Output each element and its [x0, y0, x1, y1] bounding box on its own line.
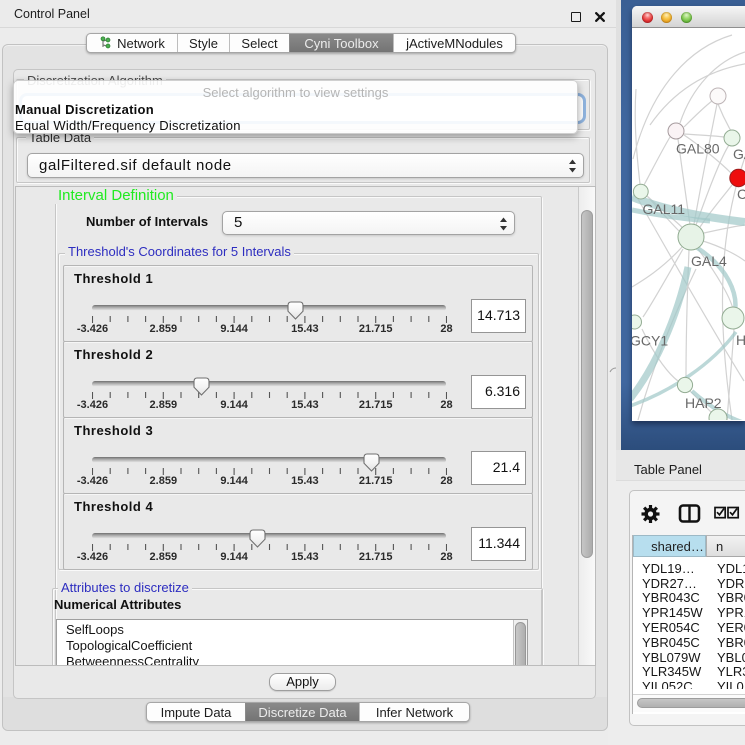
svg-text:GA: GA	[733, 146, 745, 162]
svg-text:H: H	[736, 332, 745, 348]
svg-text:GAL4: GAL4	[691, 253, 727, 269]
svg-text:GAL11: GAL11	[643, 201, 686, 217]
svg-text:C: C	[737, 186, 745, 202]
svg-text:GCY1: GCY1	[632, 333, 668, 349]
svg-text:HAP2: HAP2	[685, 395, 722, 411]
svg-text:GAL80: GAL80	[676, 141, 720, 157]
